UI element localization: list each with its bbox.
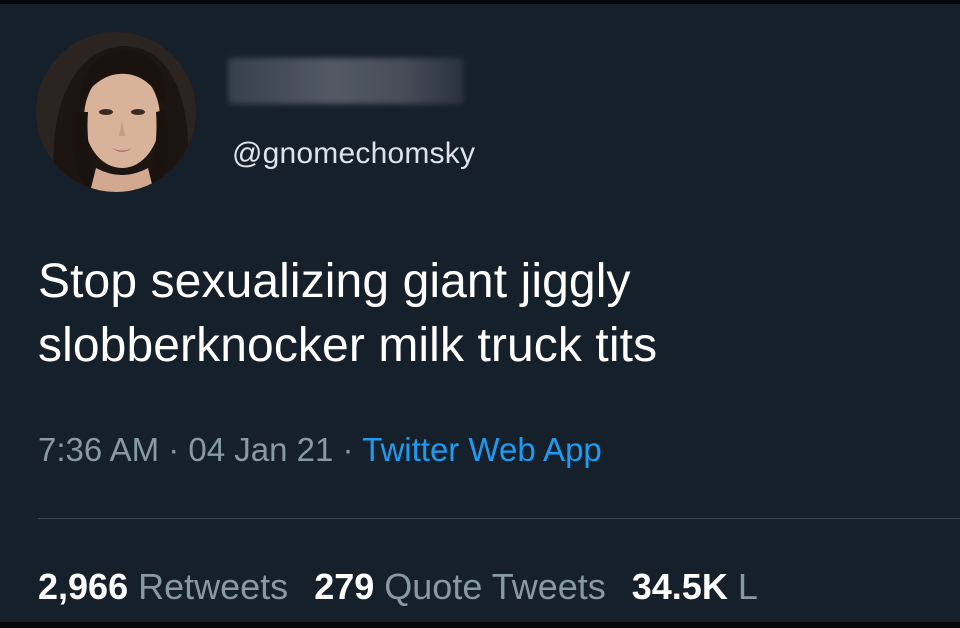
avatar[interactable]	[36, 32, 196, 192]
quote-tweets-count: 279	[314, 566, 375, 607]
retweets-stat[interactable]: 2,966 Retweets	[38, 566, 288, 607]
tweet-text: Stop sexualizing giant jiggly slobberkno…	[38, 255, 658, 372]
meta-separator: ·	[333, 431, 363, 468]
tweet-meta: 7:36 AM · 04 Jan 21 · Twitter Web App	[38, 431, 602, 469]
tweet-time[interactable]: 7:36 AM	[38, 431, 159, 468]
tweet-card: @gnomechomsky Stop sexualizing giant jig…	[0, 0, 960, 628]
quote-tweets-stat[interactable]: 279 Quote Tweets	[314, 566, 606, 607]
retweets-count: 2,966	[38, 566, 129, 607]
divider	[38, 518, 960, 519]
display-name-redacted	[228, 58, 464, 104]
tweet-date[interactable]: 04 Jan 21	[188, 431, 333, 468]
quote-tweets-label: Quote Tweets	[384, 566, 606, 607]
likes-count: 34.5K	[631, 566, 728, 607]
likes-label: L	[737, 566, 758, 607]
likes-stat[interactable]: 34.5K L	[632, 566, 758, 607]
meta-separator: ·	[159, 431, 189, 468]
avatar-image	[36, 32, 196, 192]
retweets-label: Retweets	[138, 566, 289, 607]
user-handle[interactable]: @gnomechomsky	[232, 137, 475, 171]
tweet-source-link[interactable]: Twitter Web App	[362, 431, 602, 468]
tweet-stats: 2,966 Retweets 279 Quote Tweets 34.5K L	[38, 566, 758, 608]
